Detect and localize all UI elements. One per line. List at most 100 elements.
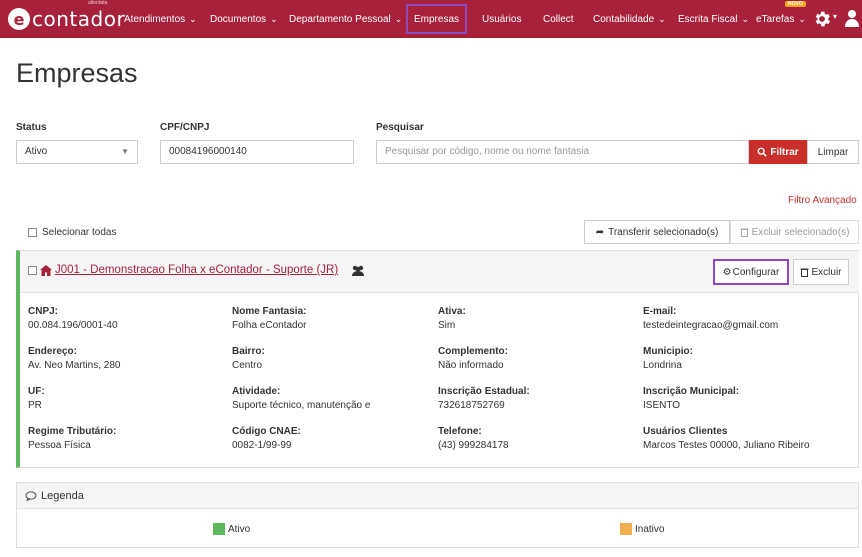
company-checkbox[interactable] [28,265,37,275]
field-endereco: Endereço: Av. Neo Martins, 280 [28,345,120,373]
nav-departamento-pessoal[interactable]: Departamento Pessoal ⌄ [289,0,402,38]
legend-header: Legenda [17,483,858,509]
legend-title: Legenda [41,489,84,502]
field-label: Inscrição Estadual: [438,386,530,397]
field-municipio: Municipio: Londrina [643,345,693,373]
nav-label: Empresas [414,13,460,25]
company-name-link[interactable]: J001 - Demonstracao Folha x eContador - … [55,264,338,276]
search-label: Pesquisar [376,122,424,133]
nav-label: eTarefas [756,13,795,25]
legend-swatch [620,523,632,535]
nav-empresas[interactable]: Empresas [406,4,468,34]
field-value: Av. Neo Martins, 280 [28,360,121,371]
field-value: testedeintegracao@gmail.com [643,320,779,331]
status-select[interactable]: Ativo ▼ [16,140,138,164]
field-cnpj: CNPJ: 00.084.196/0001-40 [28,305,118,333]
field-nome-fantasia: Nome Fantasia: Folha eContador [232,305,307,333]
delete-selected-label: Excluir selecionado(s) [751,226,850,238]
select-all-label: Selecionar todas [42,227,117,238]
legend-item-ativo: Ativo [213,523,250,535]
field-value: Centro [232,360,263,371]
transfer-selected-button[interactable]: ➦ Transferir selecionado(s) [584,220,730,244]
advanced-filter-link[interactable]: Filtro Avançado [788,195,857,206]
nav-label: Contabilidade [593,13,655,25]
field-ativa: Ativa: Sim [438,305,466,333]
new-badge: NOVO [785,1,806,7]
field-label: Telefone: [438,426,482,437]
field-label: E-mail: [643,306,677,317]
chevron-down-icon: ⌄ [741,13,749,24]
field-label: Ativa: [438,306,466,317]
select-all[interactable]: Selecionar todas [28,227,117,238]
field-value: 00.084.196/0001-40 [28,320,118,331]
field-label: Regime Tributário: [28,426,117,437]
legend-label: Inativo [635,523,665,535]
field-label: Nome Fantasia: [232,306,307,317]
legend-item-inativo: Inativo [620,523,664,535]
chevron-down-icon: ⌄ [658,13,666,24]
configure-label: Configurar [732,266,780,278]
nav-label: Usuários [482,13,522,25]
chevron-down-icon: ⌄ [270,13,278,24]
chevron-down-icon: ⌄ [798,13,806,24]
field-inscricao-municipal: Inscrição Municipal: ISENTO [643,385,739,413]
field-label: Endereço: [28,346,77,357]
clear-button[interactable]: Limpar [807,140,859,164]
delete-selected-button[interactable]: Excluir selecionado(s) [730,220,859,244]
company-title: J001 - Demonstracao Folha x eContador - … [28,264,365,276]
filter-button[interactable]: Filtrar [749,140,807,164]
transfer-label: Transferir selecionado(s) [608,226,719,238]
legend-label: Ativo [228,523,251,535]
cnpj-input[interactable]: 00084196000140 [160,140,354,164]
field-value: 732618752769 [438,400,505,411]
user-icon[interactable] [844,8,860,28]
field-label: Bairro: [232,346,265,357]
nav-documentos[interactable]: Documentos ⌄ [210,0,278,38]
select-all-checkbox[interactable] [28,228,37,237]
status-label: Status [16,122,47,133]
company-card: J001 - Demonstracao Folha x eContador - … [16,250,859,468]
field-inscricao-estadual: Inscrição Estadual: 732618752769 [438,385,530,413]
gear-icon[interactable] [812,9,832,29]
nav-escrita-fiscal[interactable]: Escrita Fiscal ⌄ [678,0,749,38]
delete-button[interactable]: Excluir [793,259,849,285]
nav-usuarios[interactable]: Usuários [482,0,521,38]
company-card-header: J001 - Demonstracao Folha x eContador - … [20,251,859,293]
nav-label: Atendimentos [124,13,186,25]
field-value: Sim [438,320,456,331]
status-value: Ativo [25,146,48,157]
filter-button-label: Filtrar [770,146,799,158]
field-value: ISENTO [643,400,681,411]
field-label: Complemento: [438,346,508,357]
configure-button[interactable]: ⚙ Configurar [713,259,789,285]
field-value: (43) 999284178 [438,440,509,451]
field-label: UF: [28,386,45,397]
nav-collect[interactable]: Collect [543,0,574,38]
field-value: Londrina [643,360,682,371]
users-icon[interactable] [351,265,365,276]
field-label: Inscrição Municipal: [643,386,740,397]
gear-icon: ⚙ [722,266,732,278]
search-input[interactable]: Pesquisar por código, nome ou nome fanta… [376,140,749,164]
chevron-down-icon[interactable]: ▾ [833,12,837,21]
share-arrow-icon: ➦ [595,226,605,238]
nav-label: Departamento Pessoal [289,13,391,25]
logo-e-icon: e [8,8,30,30]
field-value: Suporte técnico, manutenção e [232,400,371,411]
nav-contabilidade[interactable]: Contabilidade ⌄ [593,0,666,38]
cnpj-label: CPF/CNPJ [160,122,210,133]
field-value: Folha eContador [232,320,307,331]
field-uf: UF: PR [28,385,45,413]
trash-icon [740,228,749,237]
field-value: Pessoa Física [28,440,91,451]
nav-atendimentos[interactable]: Atendimentos ⌄ [124,0,197,38]
field-complemento: Complemento: Não informado [438,345,508,373]
home-icon [40,264,52,276]
field-atividade: Atividade: Suporte técnico, manutenção e [232,385,370,413]
legend-swatch [213,523,225,535]
logo[interactable]: e contador [8,6,125,32]
legend-panel: Legenda Ativo Inativo [16,482,859,548]
chevron-down-icon: ⌄ [189,13,197,24]
nav-label: Documentos [210,13,267,25]
field-label: Municipio: [643,346,693,357]
